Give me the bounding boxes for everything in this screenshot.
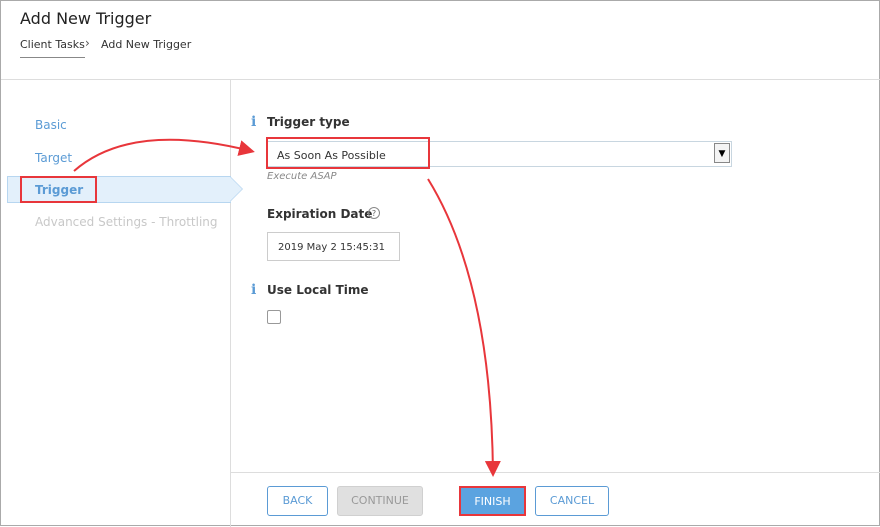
annotation-arrows bbox=[73, 138, 501, 477]
arrow-to-select bbox=[73, 138, 255, 172]
arrow-to-finish bbox=[427, 178, 501, 477]
